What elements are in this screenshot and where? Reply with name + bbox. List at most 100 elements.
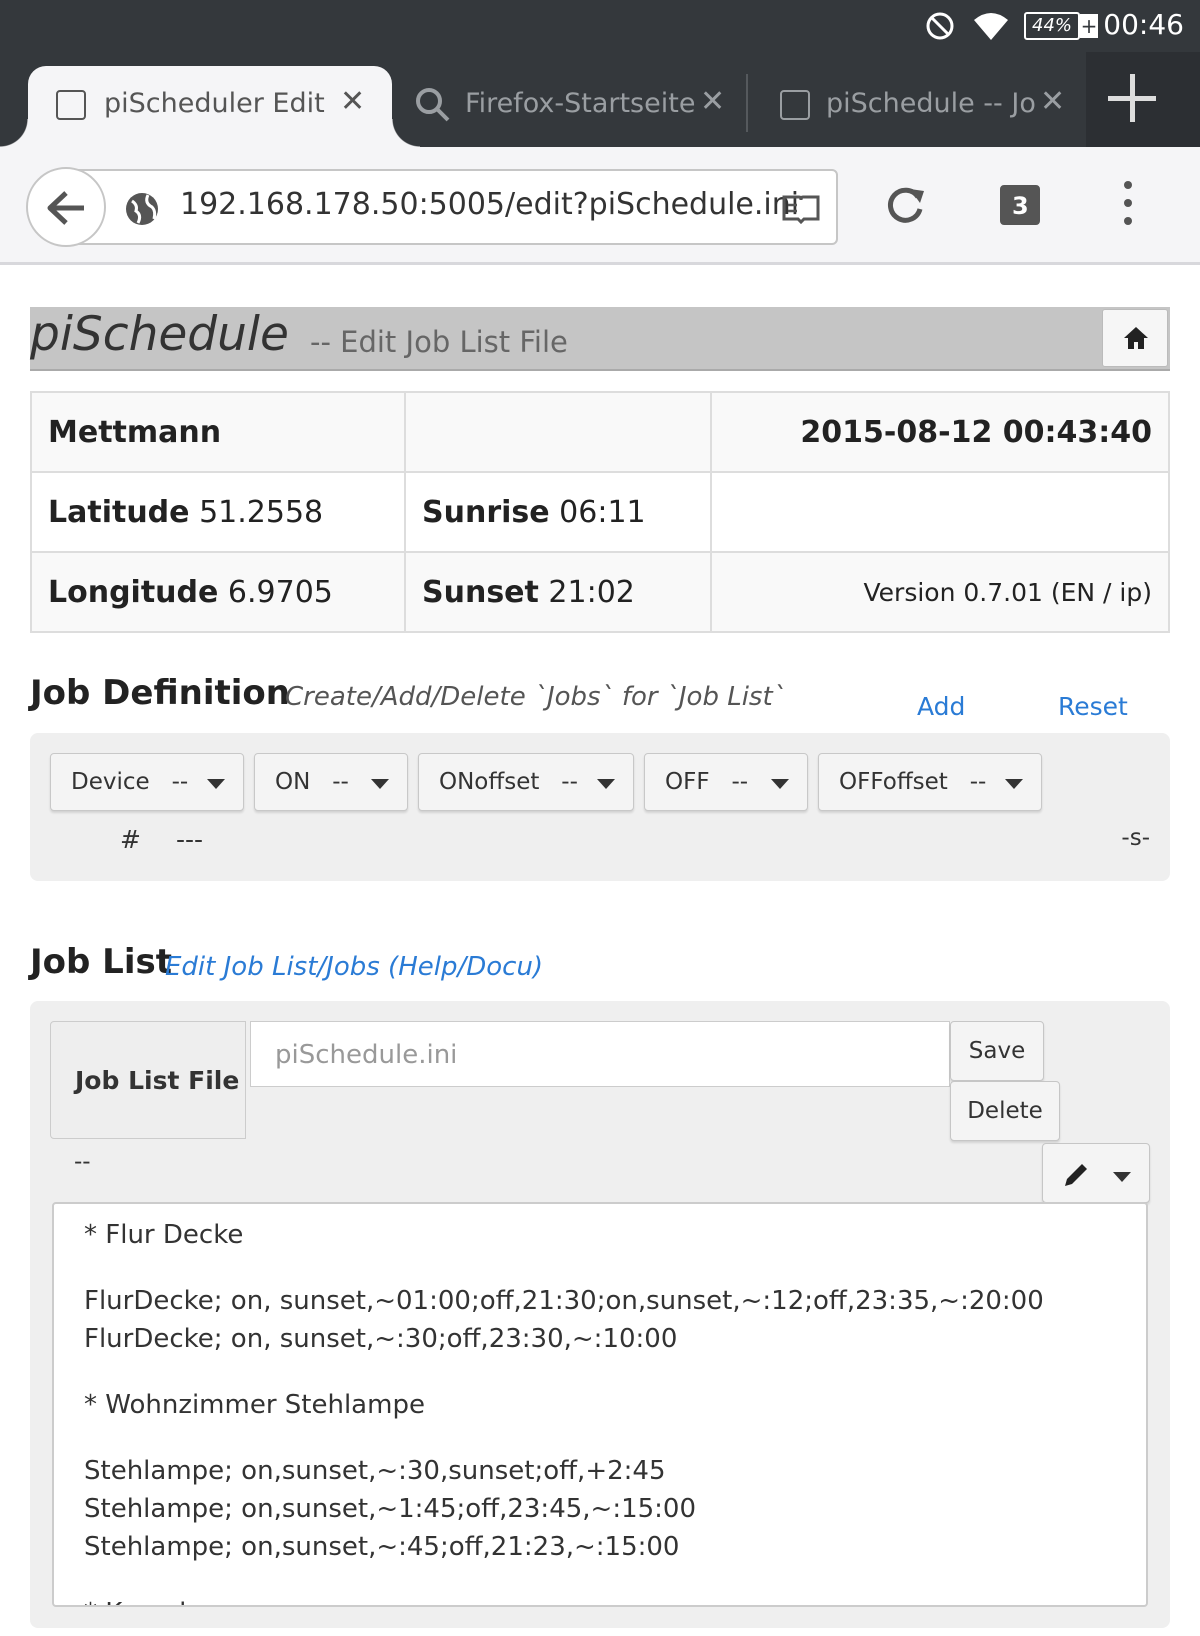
file-status-text: --: [74, 1149, 91, 1175]
chevron-down-icon: [371, 779, 389, 789]
editor-line: Stehlampe; on,sunset,~:45;off,21:23,~:15…: [84, 1532, 680, 1562]
page-header: piSchedule -- Edit Job List File: [30, 307, 1170, 371]
device-dropdown-value: Device --: [71, 769, 189, 795]
close-tab-icon[interactable]: ✕: [700, 84, 725, 119]
on-offset-dropdown-value: ONoffset --: [439, 769, 578, 795]
brand-title: piSchedule: [30, 307, 289, 362]
job-list-editor[interactable]: * Flur Decke FlurDecke; on, sunset,~01:0…: [52, 1202, 1148, 1607]
editor-line: * Flur Decke: [84, 1220, 244, 1250]
job-preview-text: ---: [176, 825, 204, 854]
wifi-icon: [974, 13, 1008, 40]
device-dropdown[interactable]: Device --: [50, 753, 244, 811]
location-info-table: Mettmann 2015-08-12 00:43:40 Latitude 51…: [30, 391, 1170, 633]
edit-mode-dropdown[interactable]: [1042, 1143, 1150, 1203]
battery-level: 44%: [1032, 15, 1073, 36]
job-number-hash: #: [120, 825, 141, 854]
version-text: Version 0.7.01 (EN / ip): [863, 577, 1152, 607]
tab-count: 3: [1012, 192, 1029, 220]
longitude-cell: Longitude 6.9705: [30, 551, 406, 633]
sunset-cell: Sunset 21:02: [404, 551, 712, 633]
job-list-file-label: Job List File: [75, 1066, 240, 1095]
url-text: 192.168.178.50:5005/edit?piSchedule.ini: [180, 187, 800, 222]
chevron-down-icon: [1113, 1172, 1131, 1182]
sunrise-value: 06:11: [559, 494, 646, 530]
back-button[interactable]: [26, 167, 106, 247]
tab-title: Firefox-Startseite: [465, 88, 696, 119]
editor-line: FlurDecke; on, sunset,~01:00;off,21:30;o…: [84, 1286, 1044, 1316]
back-arrow-icon: [47, 191, 84, 225]
home-button[interactable]: [1102, 309, 1168, 367]
charging-plus-icon: +: [1080, 14, 1098, 38]
on-dropdown-value: ON --: [275, 769, 349, 795]
datetime-cell: 2015-08-12 00:43:40: [710, 391, 1170, 473]
chevron-down-icon: [597, 779, 615, 789]
tabs-counter-button[interactable]: 3: [1000, 185, 1040, 225]
latitude-cell: Latitude 51.2558: [30, 471, 406, 553]
add-job-link[interactable]: Add: [917, 692, 965, 721]
file-label-box: Job List File: [50, 1021, 246, 1139]
location-cell: Mettmann: [30, 391, 406, 473]
version-cell: Version 0.7.01 (EN / ip): [710, 551, 1170, 633]
status-clock: 00:46: [1103, 8, 1184, 41]
tab-strip: piScheduler Edit ✕ Firefox-Startseite ✕ …: [0, 52, 1200, 147]
sunrise-cell: Sunrise 06:11: [404, 471, 712, 553]
file-name-input[interactable]: piSchedule.ini: [250, 1021, 950, 1087]
off-offset-dropdown-value: OFFoffset --: [839, 769, 987, 795]
page-icon: [780, 90, 810, 120]
help-docu-link[interactable]: Edit Job List/Jobs (Help/Docu): [165, 952, 543, 982]
reload-icon[interactable]: [884, 183, 928, 227]
search-icon: [416, 88, 450, 122]
editor-line: Stehlampe; on,sunset,~1:45;off,23:45,~:1…: [84, 1494, 697, 1524]
chevron-down-icon: [1005, 779, 1023, 789]
battery-charging-icon: 44%: [1024, 12, 1080, 40]
page-subtitle: -- Edit Job List File: [310, 325, 568, 359]
pencil-icon: [1065, 1164, 1087, 1186]
latitude-label: Latitude: [48, 494, 190, 530]
reset-link[interactable]: Reset: [1058, 692, 1128, 721]
current-datetime: 2015-08-12 00:43:40: [800, 414, 1152, 450]
page-icon: [56, 90, 86, 120]
editor-line: * Kamel: [84, 1598, 186, 1605]
delete-button[interactable]: Delete: [950, 1081, 1060, 1141]
save-button[interactable]: Save: [950, 1021, 1044, 1081]
editor-line: FlurDecke; on, sunset,~:30;off,23:30,~:1…: [84, 1324, 678, 1354]
off-offset-dropdown[interactable]: OFFoffset --: [818, 753, 1042, 811]
sunrise-label: Sunrise: [422, 494, 550, 530]
off-dropdown-value: OFF --: [665, 769, 749, 795]
sunset-value: 21:02: [548, 574, 635, 610]
tab-title: piScheduler Edit: [104, 88, 325, 119]
home-icon: [1124, 327, 1148, 349]
job-list-title: Job List: [30, 942, 172, 982]
tab-inactive[interactable]: piSchedule -- Job ✕: [752, 66, 1082, 147]
status-bar: 44% + 00:46: [0, 0, 1200, 52]
url-field[interactable]: 192.168.178.50:5005/edit?piSchedule.ini: [60, 169, 838, 245]
toolbar: 192.168.178.50:5005/edit?piSchedule.ini …: [0, 147, 1200, 265]
longitude-value: 6.9705: [227, 574, 333, 610]
latitude-value: 51.2558: [199, 494, 324, 530]
job-definition-title: Job Definition: [30, 673, 290, 713]
location-name: Mettmann: [48, 414, 222, 450]
file-name-placeholder: piSchedule.ini: [275, 1040, 458, 1070]
on-offset-dropdown[interactable]: ONoffset --: [418, 753, 634, 811]
reader-mode-icon[interactable]: [782, 193, 820, 225]
tab-inactive[interactable]: Firefox-Startseite ✕: [398, 66, 744, 147]
menu-icon[interactable]: [1124, 181, 1132, 231]
chevron-down-icon: [771, 779, 789, 789]
tab-divider: [746, 74, 748, 132]
globe-icon: [126, 193, 158, 225]
close-tab-icon[interactable]: ✕: [340, 84, 365, 119]
do-not-disturb-icon: [926, 12, 954, 40]
on-dropdown[interactable]: ON --: [254, 753, 408, 811]
chevron-down-icon: [207, 779, 225, 789]
job-definition-panel: Device -- ON -- ONoffset -- OFF -- OFFof…: [30, 733, 1170, 881]
sunset-label: Sunset: [422, 574, 539, 610]
tab-active[interactable]: piScheduler Edit ✕: [0, 66, 420, 147]
job-status-flag: -s-: [1121, 825, 1150, 851]
off-dropdown[interactable]: OFF --: [644, 753, 808, 811]
new-tab-button[interactable]: [1086, 52, 1200, 147]
editor-line: * Wohnzimmer Stehlampe: [84, 1390, 425, 1420]
job-definition-subtitle: Create/Add/Delete `Jobs` for `Job List`: [285, 682, 786, 712]
tab-title: piSchedule -- Job: [826, 88, 1036, 119]
editor-line: Stehlampe; on,sunset,~:30,sunset;off,+2:…: [84, 1456, 666, 1486]
close-tab-icon[interactable]: ✕: [1040, 84, 1065, 119]
